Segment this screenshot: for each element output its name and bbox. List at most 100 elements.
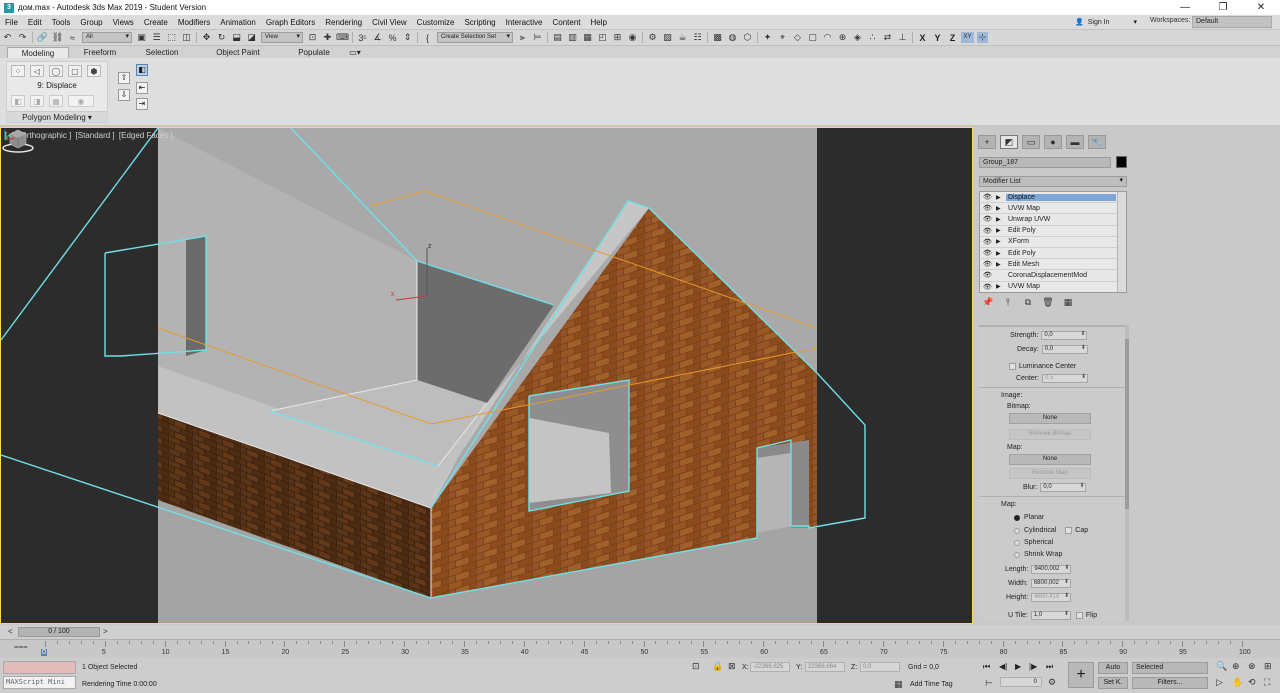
unlink-icon[interactable]: ⛓ [52,32,63,43]
cylindrical-radio[interactable] [1014,527,1020,534]
object-name-field[interactable]: Group_187 [979,157,1111,168]
selection-filter-select[interactable]: All [82,32,132,43]
set-key-button[interactable]: Set K. [1098,677,1128,689]
pan-icon[interactable]: ✋ [1232,677,1243,688]
pivot-center-icon[interactable]: ⊡ [307,32,318,43]
maximize-viewport-icon[interactable]: ⛶ [1264,677,1270,688]
menu-content[interactable]: Content [548,18,586,27]
preserve-uvs-icon[interactable]: ⇧ [118,72,130,84]
keyboard-shortcut-icon[interactable]: ⌨ [336,32,349,43]
eye-icon[interactable]: 👁 [983,271,992,279]
spinner-snap-icon[interactable]: ⇕ [402,32,413,43]
camera-icon[interactable]: ⌖ [777,32,788,43]
redo-icon[interactable]: ↷ [17,32,28,43]
mirror-icon[interactable]: ⫸ [517,32,528,43]
time-slider-handle[interactable]: 0 / 100 [18,627,100,637]
stack-item-edit-poly[interactable]: 👁 ▶ Edit Poly [980,226,1126,237]
rotate-icon[interactable]: ↻ [216,32,227,43]
zoom-extents-icon[interactable]: ⊗ [1248,661,1256,672]
selection-lock-icon[interactable]: 🔒 [712,661,723,672]
repeat-last-icon[interactable]: ⇥ [136,98,148,110]
menu-create[interactable]: Create [139,18,173,27]
eye-icon[interactable]: 👁 [983,227,992,235]
menu-scripting[interactable]: Scripting [459,18,500,27]
stack-item-xform[interactable]: 👁 ▶ XForm [980,237,1126,248]
stack-previous-icon[interactable]: ◧ [11,95,25,107]
eye-icon[interactable]: 👁 [983,193,992,201]
render-in-cloud-icon[interactable]: ▩ [712,32,723,43]
time-tag-icon[interactable]: ▦ [894,679,903,690]
menu-tools[interactable]: Tools [47,18,76,27]
perspective-viewport[interactable]: [+] [Orthographic ] [Standard ] [Edged F… [0,127,973,624]
menu-help[interactable]: Help [586,18,612,27]
curve-editor-icon[interactable]: ◰ [597,32,608,43]
menu-group[interactable]: Group [75,18,107,27]
strength-spinner[interactable]: 0,0 [1041,331,1088,340]
edge-icon[interactable]: ◁ [30,65,44,77]
particle-icon[interactable]: ∴ [867,32,878,43]
map-button[interactable]: None [1009,454,1091,465]
element-icon[interactable]: ⬢ [87,65,101,77]
percent-snap-icon[interactable]: % [387,32,398,43]
height-spinner[interactable]: 4600,419 [1031,593,1072,602]
selection-region-icon[interactable]: ⬡ [742,32,753,43]
key-mode-icon[interactable]: ⊢ [985,678,993,689]
axis-constraint-icon[interactable]: ⊹ [977,32,988,43]
time-slider[interactable]: < 0 / 100 > [0,625,1280,639]
maxscript-listener-output[interactable] [3,661,76,674]
render-setup-icon[interactable]: ⚙ [647,32,658,43]
key-filters-button[interactable]: Filters... [1132,677,1208,689]
vertex-icon[interactable]: ⁘ [11,65,25,77]
menu-rendering[interactable]: Rendering [320,18,367,27]
zoom-icon[interactable]: 🔍 [1216,661,1227,672]
axis-x-button[interactable]: X [916,33,929,43]
eye-icon[interactable]: 👁 [983,238,992,246]
play-icon[interactable]: ▶ [1015,662,1021,671]
show-end-result-icon[interactable]: ⫯ [1002,297,1014,309]
stack-item-corona-displacement[interactable]: 👁 ▶ CoronaDisplacementMod [980,270,1126,282]
layer-explorer-icon[interactable]: ▥ [567,32,578,43]
pin-stack-icon[interactable]: ⇤ [136,82,148,94]
eye-icon[interactable]: 👁 [983,204,992,212]
field-of-view-icon[interactable]: ▷ [1216,677,1223,688]
expand-arrow-icon[interactable]: ▶ [996,238,1004,245]
center-spinner[interactable]: 0,5 [1041,374,1088,383]
bind-space-warp-icon[interactable]: ≈ [67,32,78,43]
select-by-name-icon[interactable]: ☰ [151,32,162,43]
close-button[interactable]: ✕ [1242,0,1280,15]
make-unique-icon[interactable]: ⧉ [1022,297,1034,309]
axis-z-button[interactable]: Z [946,33,959,43]
stack-next-icon[interactable]: ◨ [30,95,44,107]
menu-animation[interactable]: Animation [215,18,261,27]
shrink-wrap-radio[interactable] [1014,551,1020,558]
sign-in-dropdown[interactable]: 👤 Sign In ▾ [1075,16,1137,28]
expand-arrow-icon[interactable]: ▶ [996,250,1004,257]
axis-y-button[interactable]: Y [931,33,944,43]
render-production-icon[interactable]: ☕ [677,32,688,43]
systems-icon[interactable]: ⊕ [837,32,848,43]
menu-views[interactable]: Views [108,18,139,27]
hierarchy-tab-icon[interactable]: ▭ [1022,135,1040,149]
current-frame-marker[interactable]: 0 [41,649,47,656]
select-object-icon[interactable]: ▣ [136,32,147,43]
menu-file[interactable]: File [0,18,23,27]
go-to-end-icon[interactable]: ⏭ [1046,662,1053,672]
auto-key-button[interactable]: Auto [1098,662,1128,674]
expand-arrow-icon[interactable]: ▶ [996,216,1004,223]
align-icon[interactable]: ⊨ [532,32,543,43]
menu-customize[interactable]: Customize [412,18,460,27]
motion-tab-icon[interactable]: ● [1044,135,1062,149]
orbit-icon[interactable]: ⟲ [1248,677,1256,688]
time-slider-prev-icon[interactable]: < [8,627,13,636]
viewport-shading-edged-faces[interactable]: [Edged Faces ] [119,131,173,140]
tab-populate[interactable]: Populate [283,47,345,58]
planar-radio[interactable] [1014,514,1020,521]
workspaces-select[interactable]: Default [1192,16,1272,28]
select-manipulate-icon[interactable]: ✚ [322,32,333,43]
expand-arrow-icon[interactable]: ▶ [996,283,1004,290]
pin-icon[interactable]: 📌 [982,297,994,309]
command-panel-scrollbar[interactable] [1125,325,1129,621]
ruler-icon[interactable]: ⊥ [897,32,908,43]
decay-spinner[interactable]: 0,0 [1041,345,1088,354]
luminance-center-checkbox[interactable] [1009,363,1016,370]
